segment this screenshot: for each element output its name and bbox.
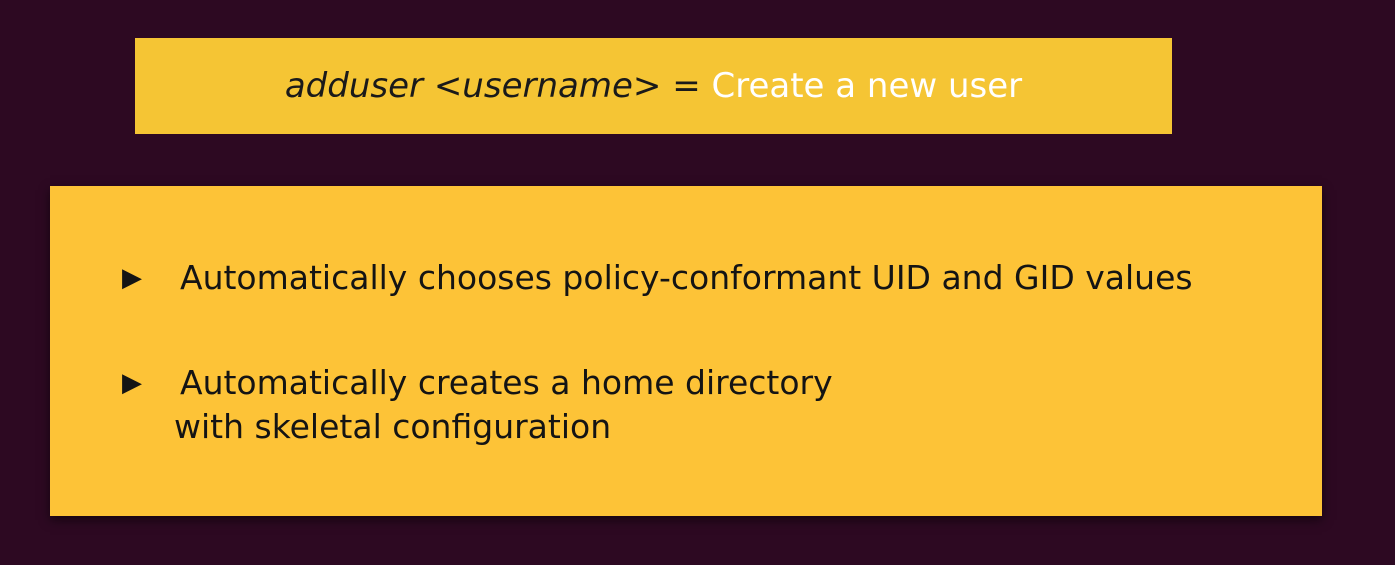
triangle-bullet-icon: ▶ bbox=[122, 368, 142, 398]
bullet-text: Automatically chooses policy-conformant … bbox=[180, 258, 1193, 297]
command-argument: <username> bbox=[433, 66, 662, 106]
command-name: adduser bbox=[284, 66, 423, 106]
bullet-text: Automatically creates a home directory bbox=[180, 363, 833, 402]
bullet-text-continuation: with skeletal configuration bbox=[174, 407, 612, 446]
bullet-item: ▶ Automatically creates a home directory… bbox=[122, 361, 833, 449]
equals-sign: = bbox=[672, 66, 701, 106]
triangle-bullet-icon: ▶ bbox=[122, 263, 142, 293]
bullet-item: ▶ Automatically chooses policy-conforman… bbox=[122, 256, 1193, 300]
command-description: Create a new user bbox=[711, 66, 1023, 106]
content-box: ▶ Automatically chooses policy-conforman… bbox=[50, 186, 1322, 516]
title-bar: adduser <username> = Create a new user bbox=[135, 38, 1172, 134]
